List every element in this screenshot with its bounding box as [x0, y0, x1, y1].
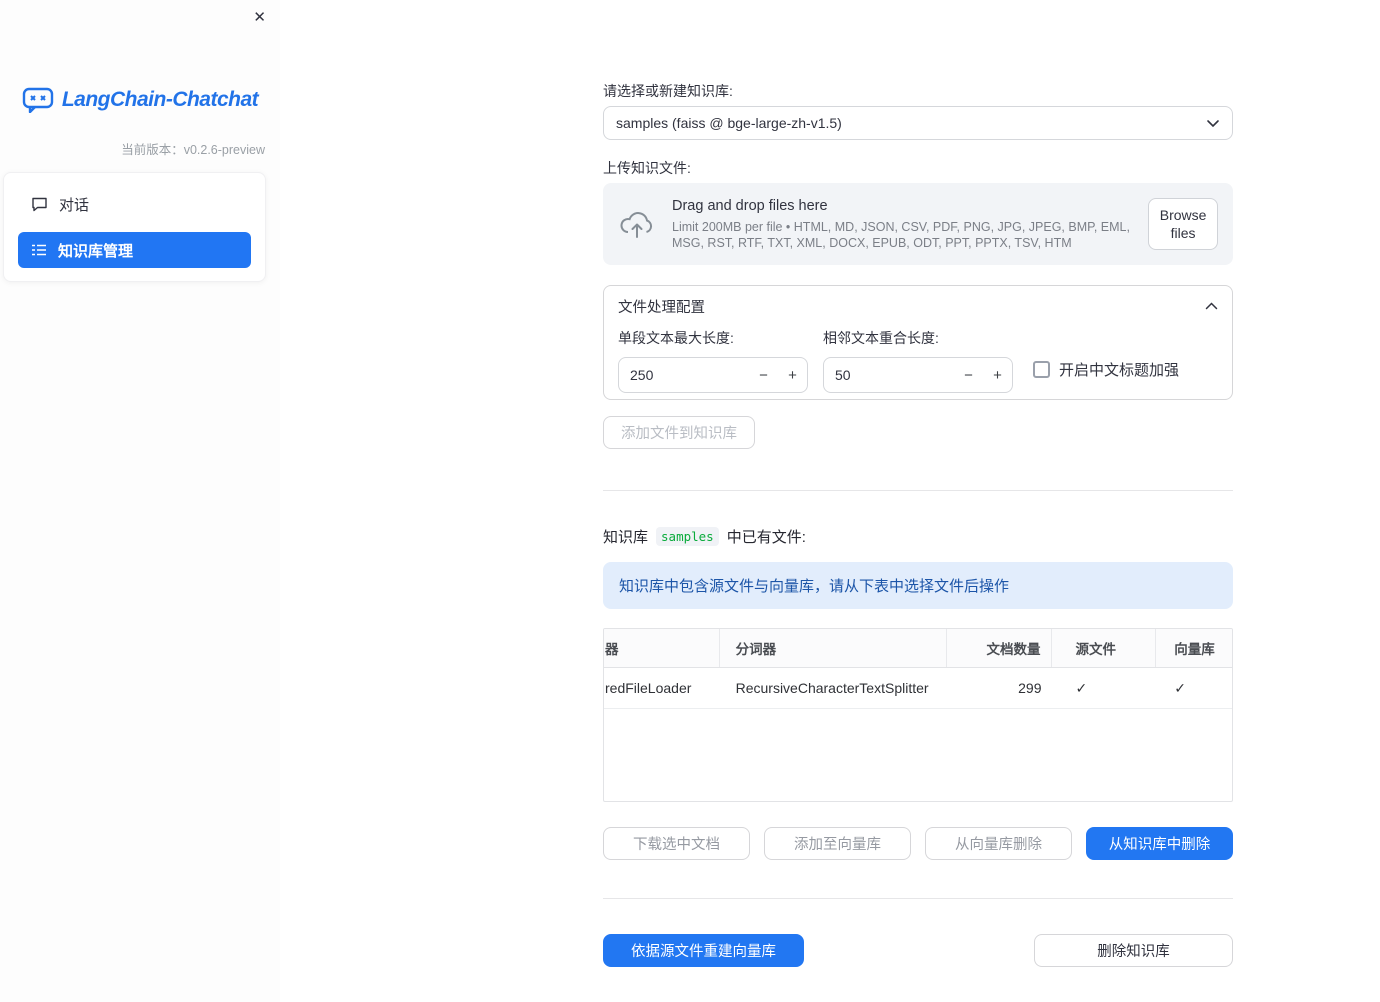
column-header-doc-count[interactable]: 文档数量	[947, 629, 1052, 667]
kb-name-code: samples	[656, 527, 719, 546]
sidebar-menu: 对话 知识库管理	[3, 172, 266, 282]
add-to-vectorstore-button[interactable]: 添加至向量库	[764, 827, 911, 860]
cell-vector-check: ✓	[1174, 679, 1186, 696]
kb-select[interactable]: samples (faiss @ bge-large-zh-v1.5)	[603, 106, 1233, 140]
kb-files-table[interactable]: 器 分词器 文档数量 源文件 向量库 redFileLoader Recursi…	[603, 628, 1233, 802]
dropzone-limits: Limit 200MB per file • HTML, MD, JSON, C…	[672, 219, 1130, 250]
cell-loader: redFileLoader	[605, 680, 692, 696]
step-down-button[interactable]: −	[749, 367, 778, 384]
sidebar-item-label: 知识库管理	[58, 242, 134, 260]
file-dropzone[interactable]: Drag and drop files here Limit 200MB per…	[603, 183, 1233, 265]
cell-source-check: ✓	[1075, 679, 1088, 696]
cell-doc-count: 299	[1018, 680, 1042, 696]
download-selected-button[interactable]: 下载选中文档	[603, 827, 750, 860]
cell-splitter: RecursiveCharacterTextSplitter	[735, 680, 929, 696]
overlap-size-group: 相邻文本重合长度: 50 − +	[823, 326, 1013, 393]
cloud-upload-icon	[618, 209, 656, 239]
kb-footer-buttons: 依据源文件重建向量库 删除知识库	[603, 934, 1233, 967]
delete-kb-button[interactable]: 删除知识库	[1034, 934, 1233, 967]
table-row[interactable]: redFileLoader RecursiveCharacterTextSpli…	[604, 668, 1232, 709]
chunk-size-label: 单段文本最大长度:	[618, 330, 734, 346]
overlap-size-value: 50	[835, 367, 851, 383]
divider	[603, 898, 1233, 899]
sidebar: ✕ LangChain-Chatchat 当前版本：v0.2.6-preview…	[0, 0, 280, 1002]
column-header-vector-store[interactable]: 向量库	[1156, 629, 1232, 667]
browse-files-button[interactable]: Browse files	[1148, 198, 1218, 250]
version-caption: 当前版本：v0.2.6-preview	[121, 143, 265, 157]
column-header-loader[interactable]: 器	[604, 629, 720, 667]
upload-label: 上传知识文件:	[603, 160, 691, 176]
expander-header[interactable]: 文件处理配置	[604, 286, 1232, 326]
divider	[603, 490, 1233, 491]
rebuild-vectorstore-button[interactable]: 依据源文件重建向量库	[603, 934, 804, 967]
sidebar-close-icon[interactable]: ✕	[253, 8, 266, 28]
kb-files-heading: 知识库 samples 中已有文件:	[603, 526, 1233, 547]
column-header-splitter[interactable]: 分词器	[720, 629, 947, 667]
dropzone-text: Drag and drop files here Limit 200MB per…	[672, 198, 1148, 251]
chunk-size-group: 单段文本最大长度: 250 − +	[618, 326, 808, 393]
chevron-down-icon	[1206, 119, 1220, 128]
file-config-expander: 文件处理配置 单段文本最大长度: 250 − + 相邻文本重合长度: 50 − …	[603, 285, 1233, 400]
chevron-up-icon	[1205, 302, 1218, 310]
column-header-source-file[interactable]: 源文件	[1052, 629, 1157, 667]
zh-title-enhance-option: 开启中文标题加强	[1033, 359, 1179, 380]
chunk-size-value: 250	[630, 367, 654, 383]
zh-title-enhance-checkbox[interactable]	[1033, 361, 1050, 378]
step-up-button[interactable]: +	[983, 367, 1012, 384]
logo-chat-icon	[22, 86, 54, 113]
app-title: LangChain-Chatchat	[61, 87, 259, 111]
expander-title: 文件处理配置	[618, 299, 705, 316]
add-files-to-kb-button[interactable]: 添加文件到知识库	[603, 416, 755, 449]
sidebar-item-dialogue[interactable]: 对话	[18, 186, 251, 222]
main-content: 请选择或新建知识库: samples (faiss @ bge-large-zh…	[280, 0, 1380, 1002]
step-up-button[interactable]: +	[778, 367, 807, 384]
app-logo: LangChain-Chatchat	[0, 86, 280, 113]
sidebar-item-label: 对话	[59, 196, 90, 214]
file-action-buttons: 下载选中文档 添加至向量库 从向量库删除 从知识库中删除	[603, 827, 1233, 860]
kb-files-prefix: 知识库	[603, 529, 649, 546]
sidebar-item-knowledge-base[interactable]: 知识库管理	[18, 232, 251, 268]
overlap-size-input[interactable]: 50 − +	[823, 357, 1013, 393]
delete-from-kb-button[interactable]: 从知识库中删除	[1086, 827, 1233, 860]
kb-files-suffix: 中已有文件:	[726, 529, 806, 546]
kb-select-label: 请选择或新建知识库:	[603, 83, 733, 99]
dropzone-title: Drag and drop files here	[672, 197, 828, 214]
delete-from-vectorstore-button[interactable]: 从向量库删除	[925, 827, 1072, 860]
info-alert-text: 知识库中包含源文件与向量库，请从下表中选择文件后操作	[619, 578, 1010, 595]
list-icon	[31, 243, 47, 257]
zh-title-enhance-label: 开启中文标题加强	[1059, 362, 1180, 379]
chat-bubble-icon	[31, 196, 48, 212]
step-down-button[interactable]: −	[954, 367, 983, 384]
kb-select-value: samples (faiss @ bge-large-zh-v1.5)	[616, 115, 842, 131]
info-alert: 知识库中包含源文件与向量库，请从下表中选择文件后操作	[603, 562, 1233, 609]
overlap-size-label: 相邻文本重合长度:	[823, 330, 939, 346]
chunk-size-input[interactable]: 250 − +	[618, 357, 808, 393]
table-header-row: 器 分词器 文档数量 源文件 向量库	[604, 629, 1232, 668]
